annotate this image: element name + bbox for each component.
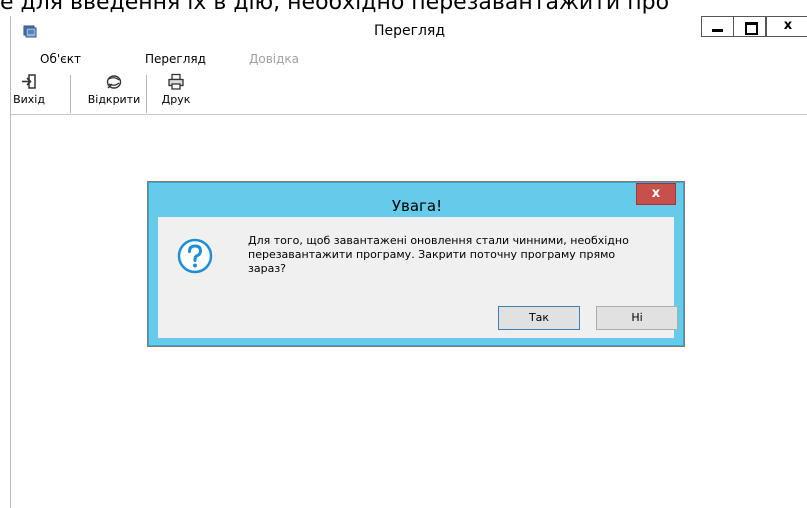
exit-label: Вихід <box>13 93 45 106</box>
dialog-message: Для того, щоб завантажені оновлення стал… <box>248 234 629 275</box>
print-button[interactable]: Друк <box>153 73 199 113</box>
exit-button[interactable]: Вихід <box>11 73 47 113</box>
menu-view[interactable]: Перегляд <box>145 52 206 66</box>
maximize-button[interactable] <box>733 16 766 37</box>
title-bar[interactable]: Перегляд x <box>11 16 807 47</box>
toolbar-separator <box>70 75 71 113</box>
dialog-title: Увага! <box>391 197 443 215</box>
minimize-button[interactable] <box>701 16 734 37</box>
no-button[interactable]: Ні <box>596 306 678 330</box>
minimize-icon <box>712 29 723 32</box>
menu-help[interactable]: Довідка <box>249 52 299 66</box>
question-icon <box>177 238 213 274</box>
toolbar: Вихід Відкрити Друк <box>11 71 807 115</box>
warning-dialog: Увага! x Для того, щоб завантажені оновл… <box>148 182 684 346</box>
screen: е для введення їх в дію, необхідно перез… <box>0 0 807 508</box>
toolbar-separator <box>146 75 147 113</box>
background-cropped-text: е для введення їх в дію, необхідно перез… <box>0 0 670 15</box>
menu-object[interactable]: Об'єкт <box>40 52 81 66</box>
open-button[interactable]: Відкрити <box>79 73 149 113</box>
maximize-icon <box>745 22 758 35</box>
open-icon <box>106 75 122 89</box>
print-label: Друк <box>161 93 191 106</box>
close-window-button[interactable]: x <box>766 16 807 37</box>
window-title: Перегляд <box>373 23 446 39</box>
dialog-body: Для того, щоб завантажені оновлення стал… <box>158 217 678 338</box>
menu-bar: Об'єкт Перегляд Довідка <box>11 51 807 69</box>
dialog-close-button[interactable]: x <box>636 183 676 205</box>
exit-icon <box>22 74 36 89</box>
print-icon <box>168 73 184 90</box>
close-icon: x <box>783 18 793 33</box>
open-label: Відкрити <box>87 93 141 106</box>
yes-button[interactable]: Так <box>498 306 580 330</box>
